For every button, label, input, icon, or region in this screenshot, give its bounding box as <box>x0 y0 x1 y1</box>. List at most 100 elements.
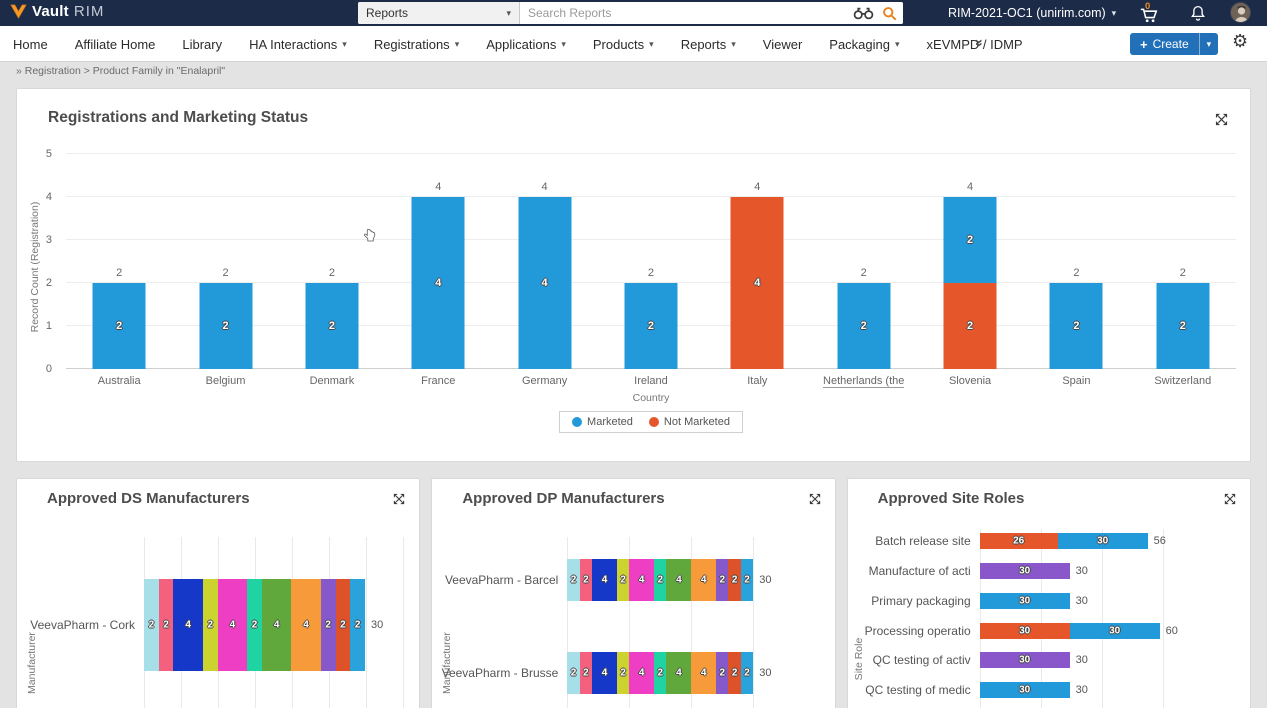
nav-item-library[interactable]: Library <box>182 37 222 52</box>
bar-segment[interactable]: 2 <box>728 559 740 601</box>
expand-icon[interactable] <box>393 493 405 505</box>
bar-segment[interactable]: 4 <box>592 559 617 601</box>
bar-segment[interactable]: 4 <box>629 652 654 694</box>
bar-segment[interactable]: 30 <box>980 593 1070 609</box>
bar-segment[interactable]: 4 <box>262 579 291 671</box>
bar-segment[interactable]: 2 <box>654 559 666 601</box>
nav-overflow-button[interactable]: » <box>972 39 988 47</box>
bar-segment[interactable]: 2 <box>654 652 666 694</box>
bar-segment-marketed[interactable]: 2 <box>93 283 146 369</box>
category-label[interactable]: QC testing of activ <box>873 653 971 667</box>
bar-denmark[interactable]: 2 <box>305 283 358 369</box>
bar-belgium[interactable]: 2 <box>199 283 252 369</box>
bar-segment[interactable]: 2 <box>716 559 728 601</box>
category-label[interactable]: Netherlands (the <box>823 375 904 388</box>
bar-segment[interactable]: 30 <box>980 563 1070 579</box>
bar-segment-marketed[interactable]: 2 <box>944 197 997 283</box>
bar-segment[interactable]: 30 <box>1058 533 1148 549</box>
bar-segment[interactable]: 4 <box>173 579 202 671</box>
stacked-bar[interactable]: 30 <box>980 652 1070 668</box>
notifications-button[interactable] <box>1185 2 1211 24</box>
expand-icon[interactable] <box>1224 493 1236 505</box>
bar-segment[interactable]: 4 <box>218 579 247 671</box>
bar-switzerland[interactable]: 2 <box>1156 283 1209 369</box>
stacked-bar[interactable]: 22424244222 <box>144 579 365 671</box>
bar-segment[interactable]: 2 <box>247 579 262 671</box>
nav-item-applications[interactable]: Applications▾ <box>486 37 566 52</box>
bar-segment[interactable]: 2 <box>716 652 728 694</box>
bar-segment[interactable]: 2 <box>336 579 351 671</box>
category-label[interactable]: VeevaPharm - Barcel <box>445 573 558 587</box>
stacked-bar[interactable]: 30 <box>980 682 1070 698</box>
gear-icon[interactable]: ⚙ <box>1232 32 1248 50</box>
bar-netherlands-the[interactable]: 2 <box>837 283 890 369</box>
legend-item-not-marketed[interactable]: Not Marketed <box>649 416 730 428</box>
create-button[interactable]: + Create ▾ <box>1130 33 1218 55</box>
category-label[interactable]: VeevaPharm - Brusse <box>442 666 559 680</box>
bar-segment-marketed[interactable]: 2 <box>1050 283 1103 369</box>
bar-segment[interactable]: 2 <box>580 559 592 601</box>
bar-segment[interactable]: 30 <box>980 652 1070 668</box>
create-dropdown-button[interactable]: ▾ <box>1199 33 1219 55</box>
bar-segment[interactable]: 2 <box>567 559 579 601</box>
search-icon[interactable] <box>882 6 897 21</box>
bar-slovenia[interactable]: 22 <box>944 197 997 369</box>
bar-segment[interactable]: 4 <box>691 652 716 694</box>
bar-segment[interactable]: 4 <box>629 559 654 601</box>
bar-segment-marketed[interactable]: 2 <box>305 283 358 369</box>
nav-item-home[interactable]: Home <box>13 37 48 52</box>
cart-button[interactable]: 0 <box>1136 2 1162 24</box>
stacked-bar[interactable]: 22424244222 <box>567 652 753 694</box>
bar-segment-marketed[interactable]: 2 <box>624 283 677 369</box>
account-menu[interactable]: RIM-2021-OC1 (unirim.com) ▾ <box>948 0 1116 26</box>
bar-segment[interactable]: 2 <box>321 579 336 671</box>
search-scope-select[interactable]: Reports ▾ <box>358 2 520 24</box>
binoculars-icon[interactable] <box>853 6 874 20</box>
stacked-bar[interactable]: 22424244222 <box>567 559 753 601</box>
nav-item-registrations[interactable]: Registrations▾ <box>374 37 459 52</box>
bar-segment[interactable]: 2 <box>617 652 629 694</box>
bar-segment[interactable]: 4 <box>666 652 691 694</box>
bar-segment[interactable]: 4 <box>592 652 617 694</box>
bar-france[interactable]: 4 <box>412 197 465 369</box>
bar-segment[interactable]: 30 <box>1070 623 1160 639</box>
avatar[interactable] <box>1230 2 1251 23</box>
bar-spain[interactable]: 2 <box>1050 283 1103 369</box>
nav-item-viewer[interactable]: Viewer <box>763 37 803 52</box>
bar-segment[interactable]: 4 <box>666 559 691 601</box>
search-input[interactable] <box>520 6 853 20</box>
bar-segment[interactable]: 2 <box>203 579 218 671</box>
nav-item-affiliate-home[interactable]: Affiliate Home <box>75 37 156 52</box>
bar-germany[interactable]: 4 <box>518 197 571 369</box>
bar-segment[interactable]: 2 <box>741 559 753 601</box>
expand-icon[interactable] <box>809 493 821 505</box>
vault-rim-logo[interactable]: Vault RIM <box>10 3 104 20</box>
bar-segment[interactable]: 30 <box>980 623 1070 639</box>
category-label[interactable]: QC testing of medic <box>865 683 970 697</box>
bar-italy[interactable]: 4 <box>731 197 784 369</box>
bar-segment-marketed[interactable]: 2 <box>837 283 890 369</box>
bar-segment-not-marketed[interactable]: 4 <box>731 197 784 369</box>
bar-australia[interactable]: 2 <box>93 283 146 369</box>
bar-segment[interactable]: 4 <box>691 559 716 601</box>
bar-segment[interactable]: 2 <box>617 559 629 601</box>
bar-segment[interactable]: 26 <box>980 533 1058 549</box>
bar-segment-marketed[interactable]: 4 <box>412 197 465 369</box>
bar-segment-marketed[interactable]: 4 <box>518 197 571 369</box>
breadcrumb[interactable]: » Registration > Product Family in "Enal… <box>16 65 225 77</box>
bar-segment[interactable]: 2 <box>580 652 592 694</box>
nav-item-ha-interactions[interactable]: HA Interactions▾ <box>249 37 347 52</box>
nav-item-products[interactable]: Products▾ <box>593 37 654 52</box>
stacked-bar[interactable]: 30 <box>980 563 1070 579</box>
expand-icon[interactable] <box>1215 113 1228 126</box>
bar-segment[interactable]: 2 <box>350 579 365 671</box>
stacked-bar[interactable]: 30 <box>980 593 1070 609</box>
bar-segment[interactable]: 2 <box>159 579 174 671</box>
stacked-bar[interactable]: 3030 <box>980 623 1160 639</box>
bar-segment[interactable]: 30 <box>980 682 1070 698</box>
bar-segment[interactable]: 2 <box>741 652 753 694</box>
bar-segment[interactable]: 2 <box>728 652 740 694</box>
nav-item-packaging[interactable]: Packaging▾ <box>829 37 899 52</box>
category-label[interactable]: Processing operatio <box>865 624 971 638</box>
stacked-bar[interactable]: 2630 <box>980 533 1148 549</box>
